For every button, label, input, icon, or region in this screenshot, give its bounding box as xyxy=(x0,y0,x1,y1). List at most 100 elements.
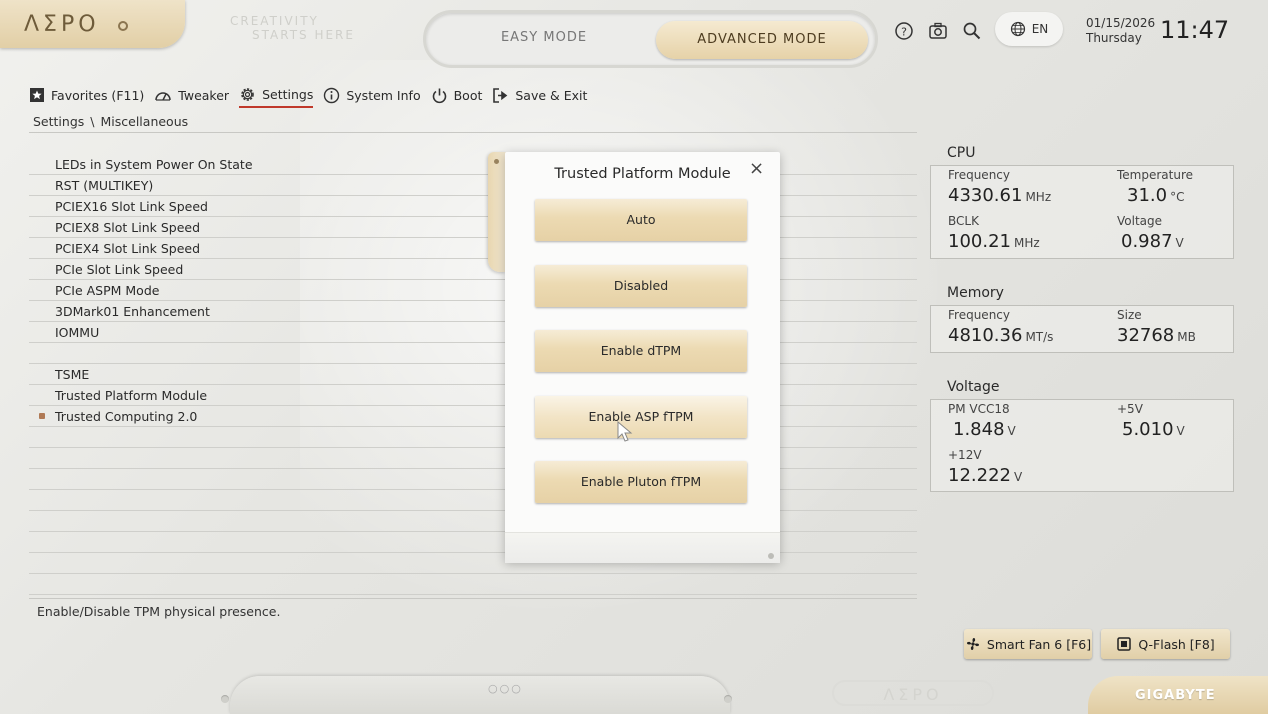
cpu-frequency-value: 4330.61 MHz xyxy=(948,185,1051,206)
cpu-temperature-label: Temperature xyxy=(1117,168,1194,182)
setting-tsme[interactable]: TSME xyxy=(29,364,917,385)
option-enable-asp-ftpm[interactable]: Enable ASP fTPM xyxy=(535,396,747,438)
date-display: 01/15/2026 Thursday xyxy=(1086,16,1155,46)
pm-vcc18-value: 1.848 V xyxy=(953,419,1016,440)
tab-favorites-label: Favorites (F11) xyxy=(51,87,145,103)
list-row-empty xyxy=(29,490,917,511)
camera-icon[interactable] xyxy=(927,20,949,42)
gear-icon xyxy=(241,87,254,101)
tab-boot-label: Boot xyxy=(453,87,483,103)
tab-settings[interactable]: Settings xyxy=(239,84,314,108)
bottom-plate xyxy=(230,676,730,714)
setting-label: Trusted Platform Module xyxy=(55,388,208,403)
value: 12.222 xyxy=(948,465,1011,486)
setting-iommu[interactable]: IOMMU xyxy=(29,322,917,343)
weekday: Thursday xyxy=(1086,31,1142,45)
memory-title: Memory xyxy=(947,285,1004,301)
option-enable-dtpm[interactable]: Enable dTPM xyxy=(535,330,747,372)
voltage-title: Voltage xyxy=(947,379,1000,395)
easy-mode-button[interactable]: EASY MODE xyxy=(464,30,624,45)
setting-tpm[interactable]: Trusted Platform Module xyxy=(29,385,917,406)
setting-pcie-aspm[interactable]: PCIe ASPM Mode xyxy=(29,280,917,301)
divider xyxy=(29,598,917,599)
setting-label: PCIEX8 Slot Link Speed xyxy=(55,220,201,235)
knob-icon xyxy=(221,695,229,703)
setting-trusted-computing[interactable]: Trusted Computing 2.0 xyxy=(29,406,917,427)
setting-rst-multikey[interactable]: RST (MULTIKEY) xyxy=(29,175,917,196)
value: 31.0 xyxy=(1127,185,1168,206)
list-row-empty xyxy=(29,532,917,553)
cpu-frequency-label: Frequency xyxy=(948,168,1010,182)
fan-icon xyxy=(966,637,979,651)
tab-boot[interactable]: Boot xyxy=(431,85,483,107)
tab-save-exit-label: Save & Exit xyxy=(515,87,588,103)
setting-pcie-slot-speed[interactable]: PCIe Slot Link Speed xyxy=(29,259,917,280)
smart-fan-label: Smart Fan 6 [F6] xyxy=(986,636,1092,652)
setting-label: IOMMU xyxy=(55,325,100,340)
star-icon xyxy=(30,88,44,102)
memory-box: Frequency 4810.36 MT/s Size 32768 MB xyxy=(930,305,1234,353)
breadcrumb-separator: \ xyxy=(90,114,95,129)
smart-fan-button[interactable]: Smart Fan 6 [F6] xyxy=(964,629,1092,659)
cpu-voltage-label: Voltage xyxy=(1117,214,1163,228)
modal-tab xyxy=(488,152,506,272)
setting-pciex16-speed[interactable]: PCIEX16 Slot Link Speed xyxy=(29,196,917,217)
value: 1.848 xyxy=(953,419,1005,440)
bclk-value: 100.21 MHz xyxy=(948,231,1040,252)
bullet-icon xyxy=(39,413,45,419)
language-button[interactable]: EN xyxy=(995,12,1063,46)
list-row-empty xyxy=(29,427,917,448)
setting-3dmark01[interactable]: 3DMark01 Enhancement xyxy=(29,301,917,322)
setting-label: 3DMark01 Enhancement xyxy=(55,304,210,319)
gauge-icon xyxy=(155,92,172,101)
mode-switch: EASY MODE ADVANCED MODE xyxy=(423,10,878,68)
tab-save-exit[interactable]: Save & Exit xyxy=(492,85,587,107)
list-row-empty xyxy=(29,448,917,469)
tab-settings-label: Settings xyxy=(262,86,314,102)
setting-label: RST (MULTIKEY) xyxy=(55,178,154,193)
setting-label: LEDs in System Power On State xyxy=(55,157,253,172)
setting-label: PCIe Slot Link Speed xyxy=(55,262,184,277)
svg-text:?: ? xyxy=(901,26,907,39)
value: 32768 xyxy=(1117,325,1175,346)
memory-frequency-label: Frequency xyxy=(948,308,1010,322)
search-icon[interactable] xyxy=(961,20,983,42)
slogan-line-1: CREATIVITY xyxy=(230,14,319,28)
plus5v-label: +5V xyxy=(1117,402,1143,416)
setting-label: PCIEX16 Slot Link Speed xyxy=(55,199,208,214)
setting-leds-power-on[interactable]: LEDs in System Power On State xyxy=(29,154,917,175)
help-icon[interactable]: ? xyxy=(893,20,915,42)
tab-favorites[interactable]: Favorites (F11) xyxy=(29,85,144,107)
value: 100.21 xyxy=(948,231,1011,252)
setting-label: PCIe ASPM Mode xyxy=(55,283,160,298)
advanced-mode-button[interactable]: ADVANCED MODE xyxy=(656,21,868,59)
option-auto[interactable]: Auto xyxy=(535,199,747,241)
tab-system-info[interactable]: System Info xyxy=(323,85,421,107)
cpu-temperature-value: 31.0 °C xyxy=(1127,185,1184,206)
tab-tweaker[interactable]: Tweaker xyxy=(154,85,229,107)
bottom-dots: ○○○ xyxy=(488,682,523,695)
tpm-dialog: Trusted Platform Module × Auto Disabled … xyxy=(505,152,780,563)
unit: V xyxy=(1007,424,1016,438)
list-row-empty xyxy=(29,511,917,532)
memory-frequency-value: 4810.36 MT/s xyxy=(948,325,1053,346)
page-curl-icon xyxy=(768,553,774,559)
gigabyte-logo: GIGABYTE xyxy=(1135,688,1216,703)
option-enable-pluton-ftpm[interactable]: Enable Pluton fTPM xyxy=(535,461,747,503)
breadcrumb-root[interactable]: Settings xyxy=(33,114,84,129)
knob-icon xyxy=(724,695,732,703)
memory-size-value: 32768 MB xyxy=(1117,325,1196,346)
logo-text: ΛΣΡΟ xyxy=(24,12,100,37)
qflash-button[interactable]: Q-Flash [F8] xyxy=(1101,629,1230,659)
plus12v-value: 12.222 V xyxy=(948,465,1022,486)
setting-pciex4-speed[interactable]: PCIEX4 Slot Link Speed xyxy=(29,238,917,259)
memory-size-label: Size xyxy=(1117,308,1142,322)
pin-icon xyxy=(494,159,499,164)
aero-logo: ΛΣΡΟ xyxy=(0,0,185,48)
setting-label: TSME xyxy=(55,367,90,382)
setting-pciex8-speed[interactable]: PCIEX8 Slot Link Speed xyxy=(29,217,917,238)
option-disabled[interactable]: Disabled xyxy=(535,265,747,307)
date: 01/15/2026 xyxy=(1086,16,1156,30)
clock: 11:47 xyxy=(1160,16,1230,44)
close-icon[interactable]: × xyxy=(749,160,764,178)
